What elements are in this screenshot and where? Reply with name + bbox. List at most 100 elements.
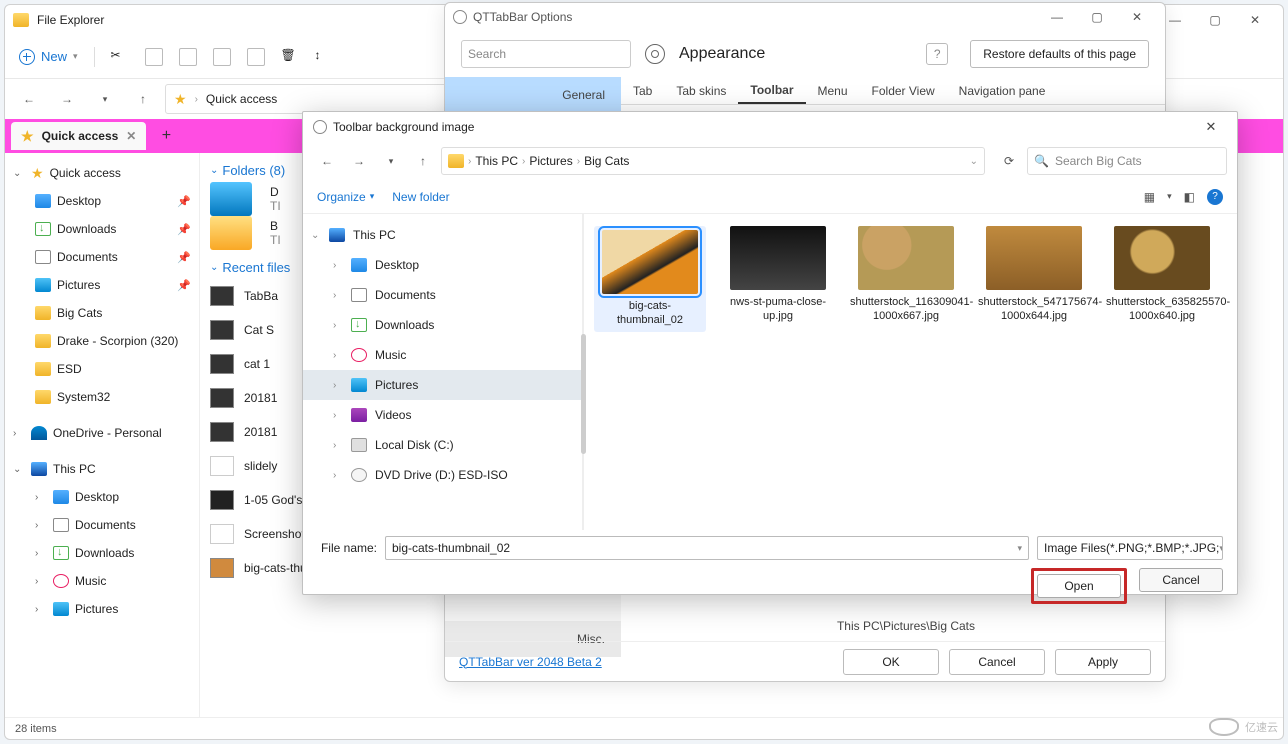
gear-icon xyxy=(453,10,467,24)
delete-icon[interactable]: 🗑 xyxy=(281,48,299,66)
qt-side-general[interactable]: General xyxy=(445,77,621,113)
chevron-right-icon: › xyxy=(577,156,580,167)
restore-defaults-button[interactable]: Restore defaults of this page xyxy=(970,40,1149,68)
close-icon[interactable]: ✕ xyxy=(1117,3,1157,31)
desktop-icon xyxy=(35,194,51,208)
dialog-titlebar[interactable]: Toolbar background image ✕ xyxy=(303,112,1237,142)
chevron-down-icon[interactable]: ▾ xyxy=(89,83,121,115)
sidebar-quick-access[interactable]: ⌄★Quick access xyxy=(5,159,199,187)
chevron-down-icon[interactable]: ▾ xyxy=(1167,191,1172,202)
file-name-label: shutterstock_116309041-1000x667.jpg xyxy=(850,296,962,324)
new-tab-button[interactable]: + xyxy=(152,122,180,150)
qt-tab-folder-view[interactable]: Folder View xyxy=(860,77,947,104)
cancel-button[interactable]: Cancel xyxy=(1139,568,1223,592)
file-name-input[interactable]: big-cats-thumbnail_02▾ xyxy=(385,536,1029,560)
tree-downloads[interactable]: ›Downloads xyxy=(303,310,582,340)
file-tile[interactable]: shutterstock_547175674-1000x644.jpg xyxy=(978,226,1090,332)
sidebar-downloads[interactable]: Downloads📌 xyxy=(5,215,199,243)
back-icon[interactable]: ← xyxy=(313,147,341,175)
tab-quick-access[interactable]: ★ Quick access ✕ xyxy=(11,122,146,150)
sidebar-t-desktop[interactable]: ›Desktop xyxy=(5,483,199,511)
refresh-icon[interactable]: ⟳ xyxy=(995,147,1023,175)
paste-icon[interactable] xyxy=(179,48,197,66)
qt-tab-nav-pane[interactable]: Navigation pane xyxy=(947,77,1058,104)
sidebar-t-pictures[interactable]: ›Pictures xyxy=(5,595,199,623)
crumb-bigcats[interactable]: Big Cats xyxy=(584,154,629,168)
qt-tab-tab-skins[interactable]: Tab skins xyxy=(664,77,738,104)
tree-pictures[interactable]: ›Pictures xyxy=(303,370,582,400)
copy-icon[interactable] xyxy=(145,48,163,66)
file-name-label: File name: xyxy=(317,541,377,555)
chevron-right-icon: › xyxy=(35,604,47,615)
sidebar-t-music[interactable]: ›Music xyxy=(5,567,199,595)
sidebar-pictures[interactable]: Pictures📌 xyxy=(5,271,199,299)
qt-tab-toolbar[interactable]: Toolbar xyxy=(738,77,805,104)
crumb-pictures[interactable]: Pictures xyxy=(529,154,572,168)
back-icon[interactable]: ← xyxy=(13,83,45,115)
file-tile[interactable]: shutterstock_116309041-1000x667.jpg xyxy=(850,226,962,332)
rename-icon[interactable] xyxy=(213,48,231,66)
file-type-filter[interactable]: Image Files(*.PNG;*.BMP;*.JPG;▾ xyxy=(1037,536,1223,560)
cancel-button[interactable]: Cancel xyxy=(949,649,1045,675)
new-button[interactable]: New▾ xyxy=(19,49,78,65)
chevron-down-icon[interactable]: ▾ xyxy=(377,147,405,175)
sidebar-t-documents[interactable]: ›Documents xyxy=(5,511,199,539)
preview-pane-icon[interactable]: ◧ xyxy=(1184,190,1195,204)
up-icon[interactable]: ↑ xyxy=(127,83,159,115)
tree-music[interactable]: ›Music xyxy=(303,340,582,370)
qt-tabs: Tab Tab skins Toolbar Menu Folder View N… xyxy=(621,77,1165,105)
sidebar-this-pc[interactable]: ⌄This PC xyxy=(5,455,199,483)
sidebar-bigcats[interactable]: Big Cats xyxy=(5,299,199,327)
file-tile[interactable]: big-cats-thumbnail_02 xyxy=(594,226,706,332)
file-tile[interactable]: nws-st-puma-close-up.jpg xyxy=(722,226,834,332)
help-button[interactable]: ? xyxy=(926,43,948,65)
sort-icon[interactable]: ↕ xyxy=(315,48,333,66)
chevron-down-icon[interactable]: ▾ xyxy=(1017,543,1022,554)
path-display: This PC\Pictures\Big Cats xyxy=(837,619,975,633)
tree-thispc[interactable]: ⌄This PC xyxy=(303,220,582,250)
tree-desktop[interactable]: ›Desktop xyxy=(303,250,582,280)
help-icon[interactable]: ? xyxy=(1207,189,1223,205)
qt-tab-menu[interactable]: Menu xyxy=(806,77,860,104)
sidebar-documents[interactable]: Documents📌 xyxy=(5,243,199,271)
chevron-down-icon[interactable]: ⌄ xyxy=(970,156,978,167)
qt-version-link[interactable]: QTTabBar ver 2048 Beta 2 xyxy=(459,655,602,669)
sidebar-onedrive[interactable]: ›OneDrive - Personal xyxy=(5,419,199,447)
sidebar-system32[interactable]: System32 xyxy=(5,383,199,411)
share-icon[interactable] xyxy=(247,48,265,66)
close-icon[interactable]: ✕ xyxy=(1235,6,1275,34)
qt-tab-tab[interactable]: Tab xyxy=(621,77,664,104)
tree-localdisk[interactable]: ›Local Disk (C:) xyxy=(303,430,582,460)
qt-search-input[interactable]: Search xyxy=(461,40,631,68)
chevron-down-icon[interactable]: ▾ xyxy=(1219,543,1223,554)
qt-titlebar[interactable]: QTTabBar Options — ▢ ✕ xyxy=(445,3,1165,31)
crumb-thispc[interactable]: This PC xyxy=(475,154,518,168)
open-button[interactable]: Open xyxy=(1037,574,1121,598)
organize-menu[interactable]: Organize▾ xyxy=(317,190,374,204)
cloud-icon xyxy=(1209,718,1239,736)
dialog-search-input[interactable]: 🔍 Search Big Cats xyxy=(1027,147,1227,175)
close-icon[interactable]: ✕ xyxy=(1195,115,1227,139)
minimize-icon[interactable]: — xyxy=(1037,3,1077,31)
new-folder-button[interactable]: New folder xyxy=(392,190,449,204)
apply-button[interactable]: Apply xyxy=(1055,649,1151,675)
ok-button[interactable]: OK xyxy=(843,649,939,675)
tree-documents[interactable]: ›Documents xyxy=(303,280,582,310)
sidebar-desktop[interactable]: Desktop📌 xyxy=(5,187,199,215)
cut-icon[interactable]: ✂ xyxy=(111,48,129,66)
sidebar-t-downloads[interactable]: ›Downloads xyxy=(5,539,199,567)
forward-icon[interactable]: → xyxy=(51,83,83,115)
file-tile[interactable]: shutterstock_635825570-1000x640.jpg xyxy=(1106,226,1218,332)
scrollbar[interactable] xyxy=(581,334,586,454)
breadcrumb[interactable]: › This PC › Pictures › Big Cats ⌄ xyxy=(441,147,985,175)
up-icon[interactable]: ↑ xyxy=(409,147,437,175)
tab-close-icon[interactable]: ✕ xyxy=(126,129,136,143)
view-grid-icon[interactable]: ▦ xyxy=(1144,190,1155,204)
tree-videos[interactable]: ›Videos xyxy=(303,400,582,430)
sidebar-esd[interactable]: ESD xyxy=(5,355,199,383)
maximize-icon[interactable]: ▢ xyxy=(1077,3,1117,31)
forward-icon[interactable]: → xyxy=(345,147,373,175)
tree-dvd[interactable]: ›DVD Drive (D:) ESD-ISO xyxy=(303,460,582,490)
sidebar-drake[interactable]: Drake - Scorpion (320) xyxy=(5,327,199,355)
maximize-icon[interactable]: ▢ xyxy=(1195,6,1235,34)
